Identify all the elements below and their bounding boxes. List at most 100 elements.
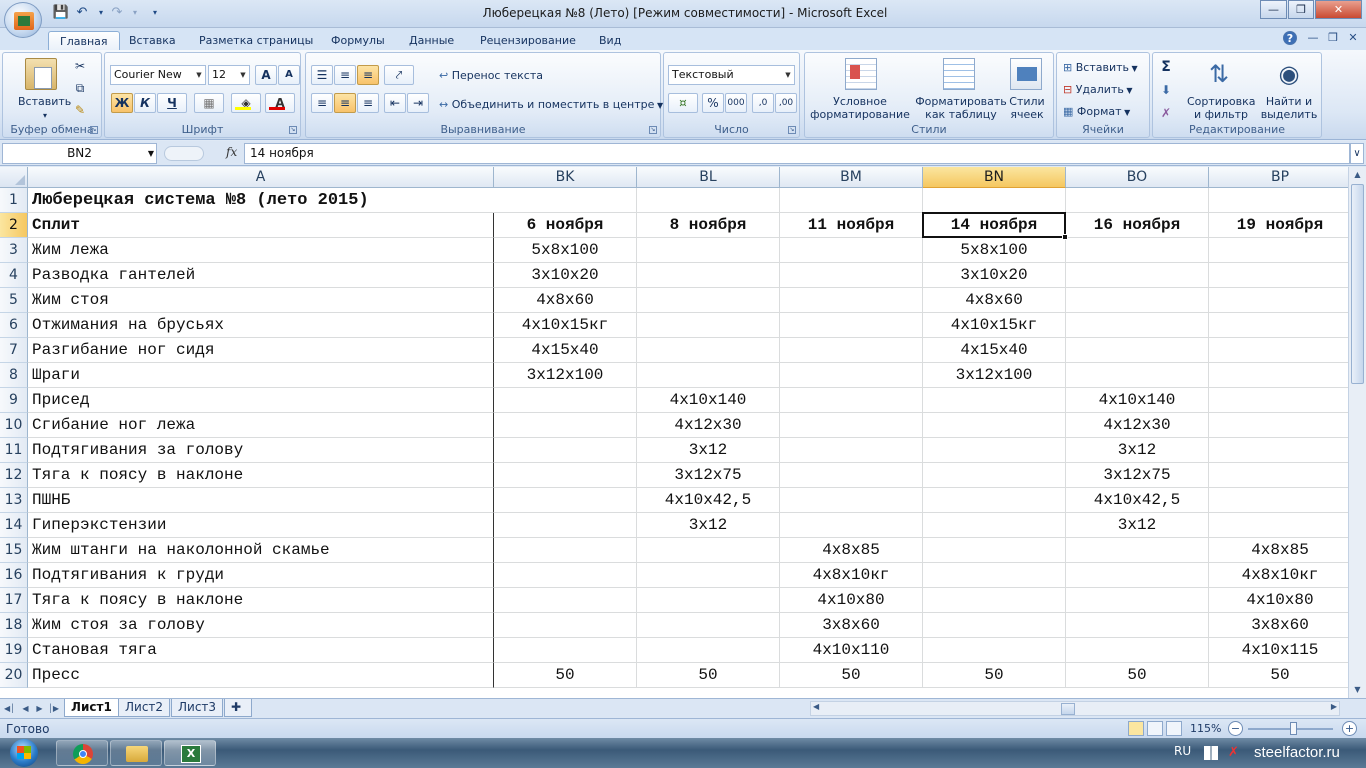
prev-sheet-icon[interactable]: ◀ xyxy=(20,702,31,715)
cell-bl15[interactable] xyxy=(637,538,780,563)
workbook-restore-icon[interactable]: ❒ xyxy=(1326,31,1340,45)
cell-bn17[interactable] xyxy=(923,588,1066,613)
cell-a3[interactable]: Жим лежа xyxy=(28,238,494,263)
cell-styles-button[interactable]: Стили ячеек xyxy=(1005,95,1049,121)
cell-a7[interactable]: Разгибание ног сидя xyxy=(28,338,494,363)
cell-bo13[interactable]: 4х10х42,5 xyxy=(1066,488,1209,513)
tab-home[interactable]: Главная xyxy=(48,31,120,50)
cell-bm10[interactable] xyxy=(780,413,923,438)
cell-bn3[interactable]: 5х8х100 xyxy=(923,238,1066,263)
cell-bk18[interactable] xyxy=(494,613,637,638)
cell-bo10[interactable]: 4х12х30 xyxy=(1066,413,1209,438)
scroll-right-icon[interactable]: ▶ xyxy=(1331,702,1337,711)
taskbar-chrome[interactable] xyxy=(56,740,108,766)
cell-bl7[interactable] xyxy=(637,338,780,363)
tab-view[interactable]: Вид xyxy=(588,31,632,50)
row-header-5[interactable]: 5 xyxy=(0,288,28,313)
font-size-select[interactable]: 12 ▼ xyxy=(208,65,250,85)
cell-a12[interactable]: Тяга к поясу в наклоне xyxy=(28,463,494,488)
cell-bn7[interactable]: 4х15х40 xyxy=(923,338,1066,363)
insert-cells-button[interactable]: ⊞ Вставить ▼ xyxy=(1063,61,1138,75)
cell-a11[interactable]: Подтягивания за голову xyxy=(28,438,494,463)
sheet-tab-2[interactable]: Лист2 xyxy=(118,699,171,717)
restore-button[interactable]: ❒ xyxy=(1288,0,1314,19)
paste-icon[interactable] xyxy=(25,58,57,90)
action-center-icon[interactable] xyxy=(1204,746,1218,760)
alignment-launcher-icon[interactable]: ↘ xyxy=(649,126,657,134)
row-header-17[interactable]: 17 xyxy=(0,588,28,613)
cell-bl18[interactable] xyxy=(637,613,780,638)
cell-bn12[interactable] xyxy=(923,463,1066,488)
cell-a4[interactable]: Разводка гантелей xyxy=(28,263,494,288)
cell-bp15[interactable]: 4х8х85 xyxy=(1209,538,1348,563)
cell-bo20[interactable]: 50 xyxy=(1066,663,1209,688)
cell-bn14[interactable] xyxy=(923,513,1066,538)
chevron-down-icon[interactable]: ▼ xyxy=(148,144,154,163)
column-header-bm[interactable]: BM xyxy=(780,167,923,188)
cell-bo1[interactable] xyxy=(1066,188,1209,213)
cell-a9[interactable]: Присед xyxy=(28,388,494,413)
cell-bk10[interactable] xyxy=(494,413,637,438)
cell-a20[interactable]: Пресс xyxy=(28,663,494,688)
cell-bp18[interactable]: 3х8х60 xyxy=(1209,613,1348,638)
cell-bo5[interactable] xyxy=(1066,288,1209,313)
cell-bo8[interactable] xyxy=(1066,363,1209,388)
cell-bp16[interactable]: 4х8х10кг xyxy=(1209,563,1348,588)
format-as-table-button[interactable]: Форматировать как таблицу xyxy=(913,95,1009,121)
cell-bl11[interactable]: 3х12 xyxy=(637,438,780,463)
wrap-text-button[interactable]: ↩ Перенос текста xyxy=(439,69,543,82)
cell-bo9[interactable]: 4х10х140 xyxy=(1066,388,1209,413)
cell-bm20[interactable]: 50 xyxy=(780,663,923,688)
cell-bp4[interactable] xyxy=(1209,263,1348,288)
currency-icon[interactable]: ¤ xyxy=(668,93,698,113)
cell-bo12[interactable]: 3х12х75 xyxy=(1066,463,1209,488)
decrease-decimal-button[interactable]: ,00 xyxy=(775,93,797,113)
fill-color-icon[interactable]: ◈ xyxy=(231,93,261,113)
insert-function-button[interactable]: fx xyxy=(226,145,237,159)
cell-bm4[interactable] xyxy=(780,263,923,288)
cell-bk5[interactable]: 4х8х60 xyxy=(494,288,637,313)
cell-bo16[interactable] xyxy=(1066,563,1209,588)
vertical-scroll-thumb[interactable] xyxy=(1351,184,1364,384)
cell-bp12[interactable] xyxy=(1209,463,1348,488)
cell-bp8[interactable] xyxy=(1209,363,1348,388)
cell-a10[interactable]: Сгибание ног лежа xyxy=(28,413,494,438)
cell-bn16[interactable] xyxy=(923,563,1066,588)
worksheet-grid[interactable]: A BK BL BM BN BO BP 1 Люберецкая система №8 (ле… xyxy=(0,167,1348,698)
next-sheet-icon[interactable]: ▶ xyxy=(34,702,45,715)
cell-bk3[interactable]: 5х8х100 xyxy=(494,238,637,263)
increase-indent-icon[interactable]: ⇥ xyxy=(407,93,429,113)
cell-bm12[interactable] xyxy=(780,463,923,488)
cell-bk11[interactable] xyxy=(494,438,637,463)
undo-icon[interactable]: ↶ xyxy=(73,4,91,22)
cell-bl16[interactable] xyxy=(637,563,780,588)
cell-bm14[interactable] xyxy=(780,513,923,538)
cell-bm3[interactable] xyxy=(780,238,923,263)
cell-bn13[interactable] xyxy=(923,488,1066,513)
sort-filter-icon[interactable]: ⇅ xyxy=(1203,58,1235,90)
cell-bm13[interactable] xyxy=(780,488,923,513)
tab-formulas[interactable]: Формулы xyxy=(320,31,396,50)
cell-bp1[interactable] xyxy=(1209,188,1348,213)
cell-bm2[interactable]: 11 ноября xyxy=(780,213,923,238)
cell-bk6[interactable]: 4х10х15кг xyxy=(494,313,637,338)
cell-a13[interactable]: ПШНБ xyxy=(28,488,494,513)
cell-bm19[interactable]: 4х10х110 xyxy=(780,638,923,663)
scroll-up-icon[interactable]: ▲ xyxy=(1350,167,1365,183)
cell-bo3[interactable] xyxy=(1066,238,1209,263)
cell-bl10[interactable]: 4х12х30 xyxy=(637,413,780,438)
cell-bl9[interactable]: 4х10х140 xyxy=(637,388,780,413)
row-header-9[interactable]: 9 xyxy=(0,388,28,413)
row-header-8[interactable]: 8 xyxy=(0,363,28,388)
shrink-font-button[interactable]: A xyxy=(278,65,300,85)
percent-button[interactable]: % xyxy=(702,93,724,113)
cell-bl4[interactable] xyxy=(637,263,780,288)
increase-decimal-button[interactable]: ,0 xyxy=(752,93,774,113)
cell-bm15[interactable]: 4х8х85 xyxy=(780,538,923,563)
format-as-table-icon[interactable] xyxy=(943,58,975,90)
fill-icon[interactable]: ⬇ xyxy=(1155,80,1177,100)
cell-bn19[interactable] xyxy=(923,638,1066,663)
row-header-7[interactable]: 7 xyxy=(0,338,28,363)
cell-styles-icon[interactable] xyxy=(1010,58,1042,90)
zoom-out-button[interactable]: − xyxy=(1228,721,1243,736)
